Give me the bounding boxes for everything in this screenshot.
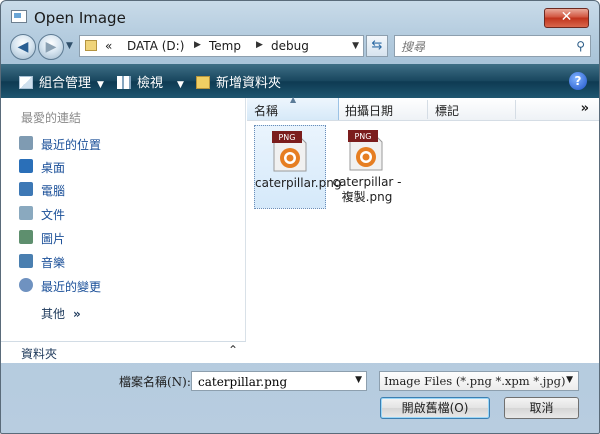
file-item[interactable]: PNG caterpillar - 複製.png [331, 125, 403, 209]
more-chevron-icon: » [73, 307, 81, 321]
chevron-down-icon: ▼ [566, 375, 573, 385]
breadcrumb-arrow-icon[interactable]: ▶ [256, 40, 263, 50]
views-icon [117, 76, 131, 89]
help-icon[interactable]: ? [569, 72, 587, 90]
navigation-bar: ◀ ▶ ▼ « DATA (D:) ▶ Temp ▶ debug ▼ ⇆ ⚲ [1, 31, 599, 63]
sidebar-more[interactable]: 其他 » [41, 305, 81, 322]
views-button[interactable]: 檢視 ▼ [117, 72, 184, 91]
chevron-up-icon: ⌃ [227, 343, 238, 357]
app-window-icon [11, 10, 27, 23]
file-name: caterpillar - 複製.png [332, 175, 402, 204]
main-area: 最愛的連結 最近的位置 桌面 電腦 文件 圖片 音樂 最近的變更 其他 » 資料… [1, 95, 599, 363]
sidebar-item-recent-changes[interactable]: 最近的變更 [19, 276, 239, 296]
column-headers: ▲ 名稱 拍攝日期 標記 » [247, 95, 599, 121]
column-separator[interactable] [515, 100, 516, 119]
column-date-taken[interactable]: 拍攝日期 [345, 102, 393, 119]
navigation-pane: 最愛的連結 最近的位置 桌面 電腦 文件 圖片 音樂 最近的變更 其他 » 資料… [1, 98, 246, 363]
chevron-down-icon: ▼ [177, 80, 184, 90]
pictures-icon [19, 230, 33, 244]
views-label: 檢視 [137, 76, 164, 91]
open-button[interactable]: 開啟舊檔(O) [380, 397, 490, 419]
window-title: Open Image [34, 9, 126, 27]
file-type-badge: PNG [354, 132, 371, 141]
open-image-dialog: Open Image ✕ ◀ ▶ ▼ « DATA (D:) ▶ Temp ▶ … [0, 0, 600, 434]
address-dropdown-icon[interactable]: ▼ [352, 41, 359, 51]
new-folder-button[interactable]: 新增資料夾 [196, 72, 281, 91]
back-button[interactable]: ◀ [10, 34, 36, 60]
column-name-label: 名稱 [254, 104, 279, 118]
close-button[interactable]: ✕ [544, 8, 589, 28]
recent-places-icon [19, 136, 33, 150]
sidebar-item-label: 圖片 [41, 232, 66, 246]
sidebar-item-computer[interactable]: 電腦 [19, 180, 239, 200]
file-item[interactable]: PNG caterpillar.png [254, 125, 342, 209]
sidebar-item-label: 最近的變更 [41, 280, 102, 294]
new-folder-icon [196, 76, 210, 89]
sidebar-item-recent-places[interactable]: 最近的位置 [19, 134, 239, 154]
png-file-icon: PNG [272, 131, 307, 172]
organize-label: 組合管理 [39, 76, 92, 91]
computer-icon [19, 182, 33, 196]
sidebar-item-label: 桌面 [41, 161, 66, 175]
column-tags[interactable]: 標記 [435, 102, 459, 119]
breadcrumb-overflow[interactable]: « [105, 39, 112, 53]
sidebar-item-label: 最近的位置 [41, 138, 102, 152]
sidebar-item-documents[interactable]: 文件 [19, 204, 239, 224]
folder-icon [85, 40, 97, 51]
new-folder-label: 新增資料夾 [216, 76, 282, 91]
breadcrumb-drive[interactable]: DATA (D:) [127, 39, 184, 53]
organize-icon [19, 76, 33, 89]
sidebar-item-pictures[interactable]: 圖片 [19, 228, 239, 248]
breadcrumb-temp[interactable]: Temp [209, 39, 241, 53]
png-file-icon: PNG [348, 130, 383, 171]
column-separator[interactable] [427, 100, 428, 119]
favorites-header: 最愛的連結 [21, 111, 82, 125]
address-bar[interactable]: « DATA (D:) ▶ Temp ▶ debug ▼ [79, 35, 364, 57]
sidebar-item-music[interactable]: 音樂 [19, 252, 239, 272]
history-dropdown-icon[interactable]: ▼ [66, 41, 73, 51]
desktop-icon [19, 159, 33, 173]
file-type-badge: PNG [278, 133, 295, 142]
sort-ascending-icon: ▲ [290, 95, 297, 104]
sidebar-item-label: 音樂 [41, 256, 66, 270]
breadcrumb-arrow-icon[interactable]: ▶ [194, 40, 201, 50]
sidebar-item-label: 電腦 [41, 184, 66, 198]
forward-button[interactable]: ▶ [38, 34, 64, 60]
file-type-select[interactable]: Image Files (*.png *.xpm *.jpg) ▼ [379, 371, 579, 391]
more-label: 其他 [41, 307, 66, 321]
command-toolbar: 組合管理 ▼ 檢視 ▼ 新增資料夾 ? [1, 64, 599, 98]
folders-toggle[interactable]: 資料夾 ⌃ [1, 341, 246, 363]
filename-combobox[interactable]: ▼ [191, 371, 367, 391]
sidebar-item-label: 文件 [41, 208, 66, 222]
breadcrumb-debug[interactable]: debug [271, 39, 309, 53]
refresh-button[interactable]: ⇆ [366, 35, 388, 57]
music-icon [19, 254, 33, 268]
filename-label: 檔案名稱(N): [119, 375, 191, 389]
sidebar-item-desktop[interactable]: 桌面 [19, 157, 239, 177]
chevron-down-icon[interactable]: ▼ [355, 375, 362, 385]
search-icon[interactable]: ⚲ [576, 39, 585, 53]
more-columns-icon[interactable]: » [581, 101, 589, 116]
file-name: caterpillar.png [255, 176, 342, 190]
recent-changes-icon [19, 278, 33, 292]
folders-label: 資料夾 [21, 347, 58, 361]
search-box[interactable]: ⚲ [394, 35, 591, 57]
title-bar: Open Image ✕ [1, 1, 599, 31]
organize-button[interactable]: 組合管理 ▼ [19, 72, 104, 91]
filename-input[interactable] [196, 373, 350, 391]
file-list-pane: ▲ 名稱 拍攝日期 標記 » PNG caterpillar.png PNG c… [247, 95, 599, 363]
chevron-down-icon: ▼ [97, 80, 104, 90]
search-input[interactable] [399, 37, 573, 57]
file-type-value: Image Files (*.png *.xpm *.jpg) [384, 374, 566, 388]
documents-icon [19, 206, 33, 220]
refresh-icon: ⇆ [371, 38, 383, 53]
cancel-button[interactable]: 取消 [504, 397, 579, 419]
